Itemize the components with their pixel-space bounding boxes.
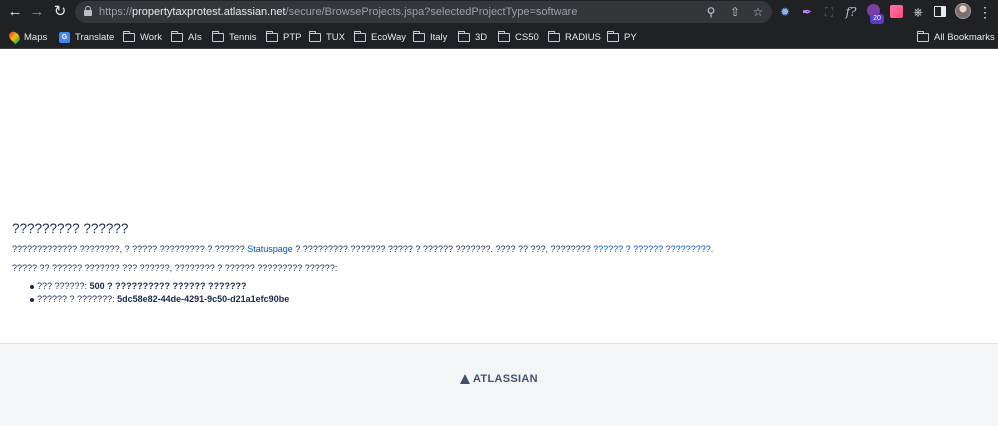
atlassian-logo[interactable]: ATLASSIAN — [460, 373, 538, 385]
folder-icon — [123, 30, 135, 42]
menu-kebab-icon[interactable]: ⋮ — [978, 3, 992, 21]
bookmark-folder-tennis[interactable]: Tennis — [212, 25, 256, 49]
bookmarks-bar: Maps G Translate Work AIs Tennis PTP TUX … — [0, 25, 998, 49]
bookmark-folder-py[interactable]: PY — [607, 25, 637, 49]
translate-icon: G — [59, 31, 70, 43]
bookmark-maps[interactable]: Maps — [7, 25, 47, 49]
error-instructions: ????? ?? ?????? ??????? ??? ??????, ????… — [12, 263, 338, 273]
lock-icon[interactable] — [84, 6, 92, 16]
address-bar[interactable]: https://propertytaxprotest.atlassian.net… — [75, 1, 772, 23]
list-item: ?????? ? ???????: 5dc58e82-44de-4291-9c5… — [12, 294, 289, 307]
folder-icon — [266, 30, 278, 42]
folder-icon — [548, 30, 560, 42]
page-content: ????????? ?????? ????????????? ????????,… — [0, 50, 998, 343]
error-code: 500 ? ?????????? ?????? ??????? — [89, 281, 247, 291]
bookmark-translate[interactable]: G Translate — [59, 25, 114, 49]
bookmark-folder-work[interactable]: Work — [123, 25, 162, 49]
reload-icon[interactable]: ↻ — [50, 3, 70, 21]
extension-badge-count: 20 — [870, 14, 884, 24]
extension-feather-icon[interactable]: ✒ — [799, 4, 815, 20]
folder-icon — [354, 30, 366, 42]
folder-icon — [413, 30, 425, 42]
folder-icon — [171, 30, 183, 42]
extension-formula-icon[interactable]: f? — [843, 4, 859, 20]
bookmark-folder-ais[interactable]: AIs — [171, 25, 202, 49]
zoom-icon[interactable]: ⚲ — [702, 3, 720, 21]
statuspage-link[interactable]: Statuspage — [247, 244, 293, 254]
maps-icon — [7, 29, 22, 45]
forward-arrow-icon[interactable]: → — [27, 3, 47, 21]
bookmark-folder-ptp[interactable]: PTP — [266, 25, 301, 49]
request-id: 5dc58e82-44de-4291-9c50-d21a1efc90be — [117, 294, 290, 304]
page-footer: ATLASSIAN — [0, 343, 998, 426]
extension-badge-icon[interactable]: 20 — [866, 4, 884, 24]
url-text[interactable]: https://propertytaxprotest.atlassian.net… — [99, 4, 577, 20]
bookmark-star-icon[interactable]: ☆ — [749, 3, 767, 21]
all-bookmarks[interactable]: All Bookmarks — [917, 25, 995, 49]
bookmark-folder-cs50[interactable]: CS50 — [498, 25, 539, 49]
bookmark-folder-italy[interactable]: Italy — [413, 25, 447, 49]
list-item: ??? ??????: 500 ? ?????????? ?????? ????… — [12, 281, 289, 294]
share-icon[interactable]: ⇧ — [726, 3, 744, 21]
back-arrow-icon[interactable]: ← — [5, 3, 25, 21]
bookmark-folder-radius[interactable]: RADIUS — [548, 25, 601, 49]
folder-icon — [212, 30, 224, 42]
extension-screenshot-icon[interactable]: ⛶ — [821, 4, 837, 20]
extension-sparkle-icon[interactable]: ✹ — [777, 4, 793, 20]
error-description: ????????????? ????????, ? ????? ????????… — [12, 244, 714, 254]
browser-toolbar: ← → ↻ https://propertytaxprotest.atlassi… — [0, 0, 998, 25]
folder-icon — [498, 30, 510, 42]
folder-icon — [607, 30, 619, 42]
contact-support-link[interactable]: ?????? ? ?????? ????????? — [593, 244, 711, 254]
extensions-puzzle-icon[interactable]: ⎈ — [910, 4, 926, 20]
folder-icon — [309, 30, 321, 42]
folder-icon — [917, 30, 929, 42]
atlassian-mark-icon — [460, 374, 470, 384]
extension-pink-icon[interactable] — [888, 4, 904, 20]
bookmark-folder-ecoway[interactable]: EcoWay — [354, 25, 406, 49]
error-details-list: ??? ??????: 500 ? ?????????? ?????? ????… — [12, 281, 289, 307]
side-panel-icon[interactable] — [932, 4, 948, 20]
bookmark-folder-tux[interactable]: TUX — [309, 25, 345, 49]
profile-avatar[interactable] — [955, 3, 971, 19]
error-title: ????????? ?????? — [12, 221, 129, 236]
bookmark-folder-3d[interactable]: 3D — [458, 25, 487, 49]
folder-icon — [458, 30, 470, 42]
